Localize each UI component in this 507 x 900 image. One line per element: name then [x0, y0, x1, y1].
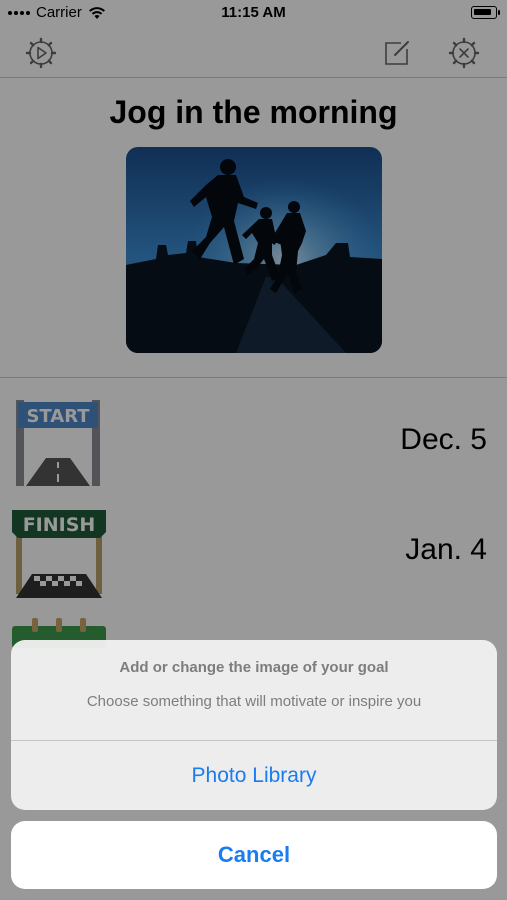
cancel-button[interactable]: Cancel [11, 821, 497, 889]
action-sheet-title: Add or change the image of your goal [119, 659, 389, 676]
action-sheet: Add or change the image of your goal Cho… [11, 640, 497, 810]
photo-library-button[interactable]: Photo Library [11, 741, 497, 810]
action-sheet-message: Choose something that will motivate or i… [86, 693, 422, 710]
